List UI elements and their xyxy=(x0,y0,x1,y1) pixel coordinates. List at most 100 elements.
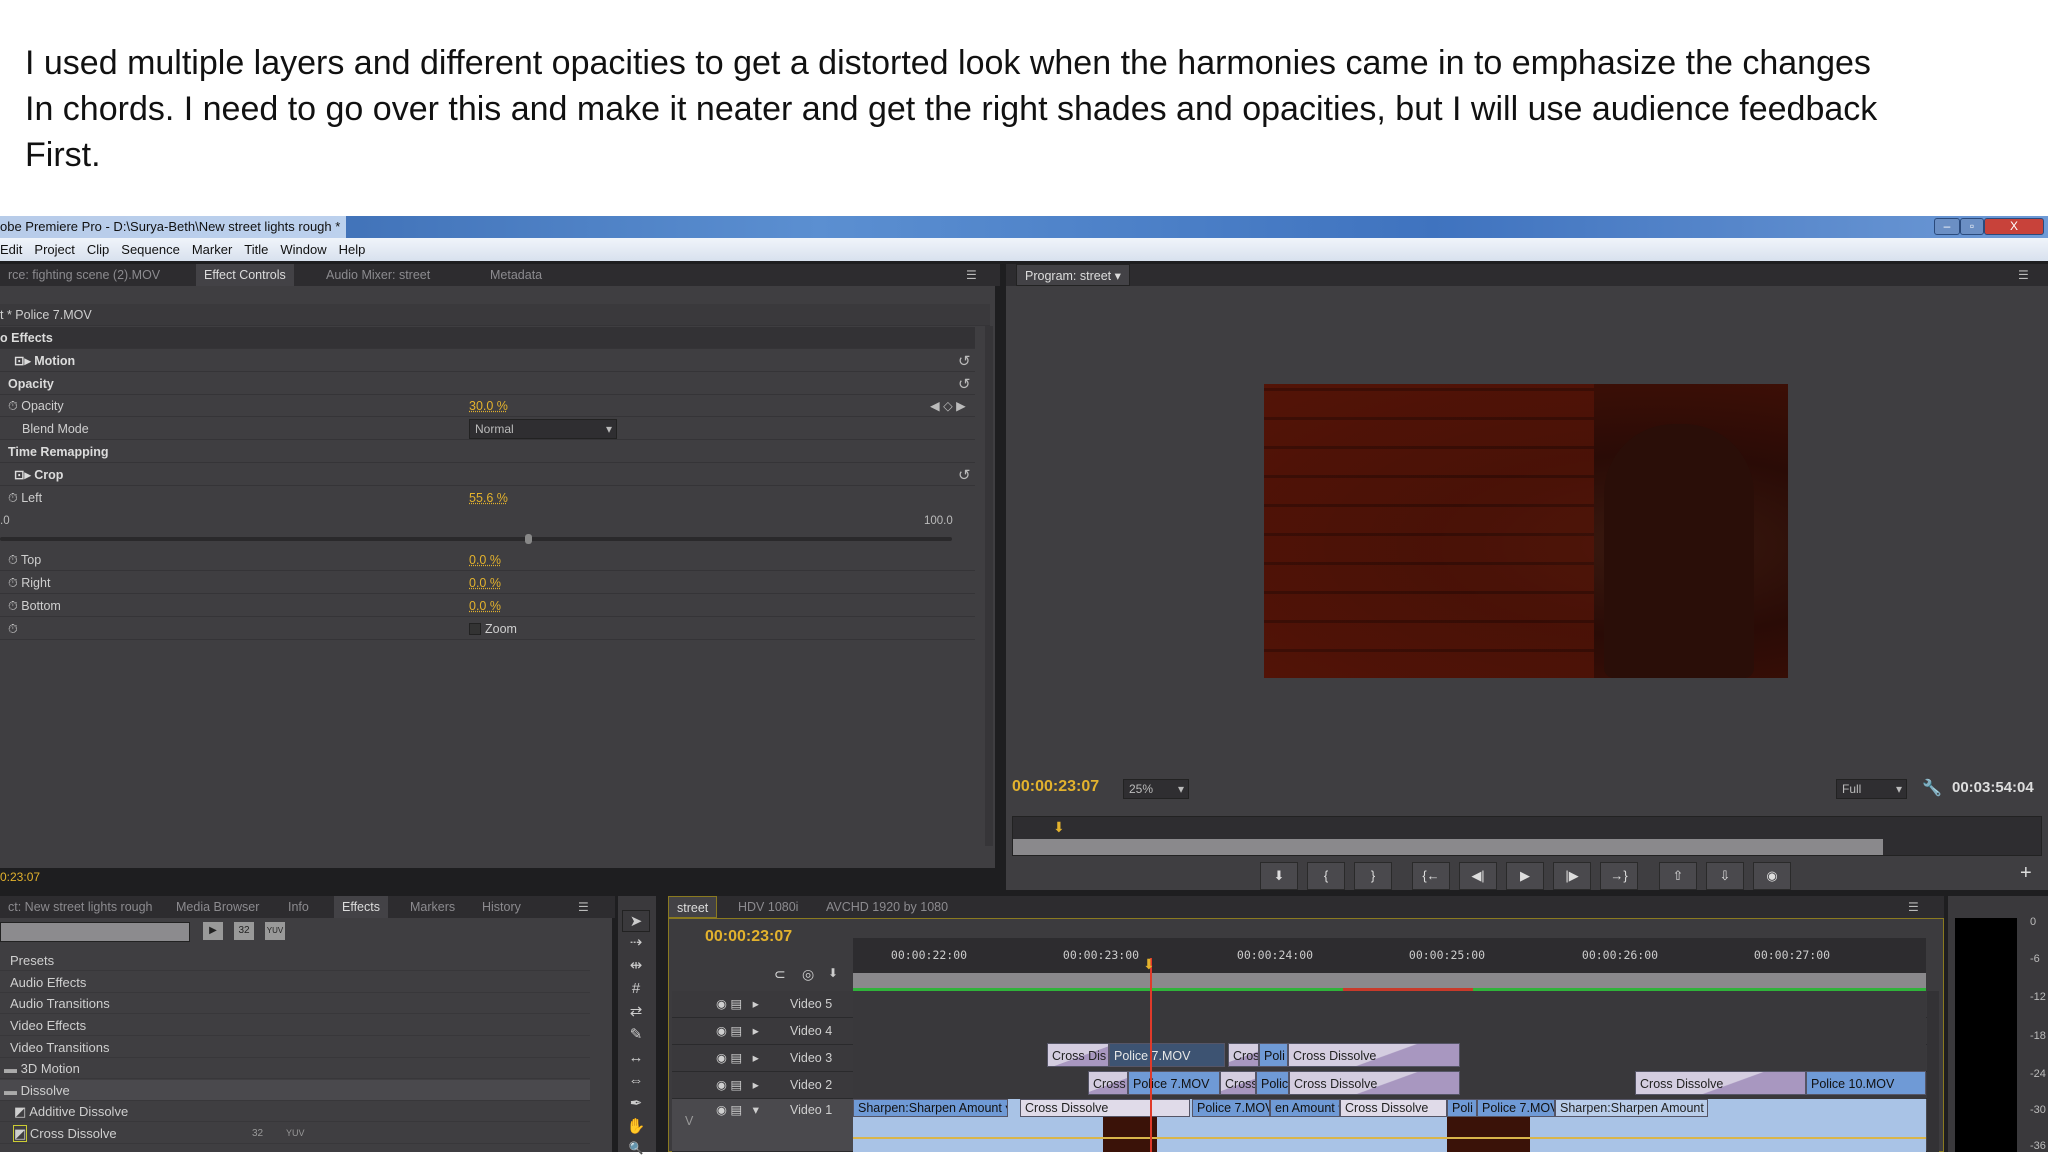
stopwatch-icon[interactable]: ⏱ xyxy=(8,491,21,505)
toggle-track-output-icon[interactable]: ◉ ▤ ▸ xyxy=(716,991,759,1018)
menu-marker[interactable]: Marker xyxy=(192,242,232,257)
video-clip[interactable]: Police 7.MOV xyxy=(1128,1071,1220,1095)
tab-source[interactable]: rce: fighting scene (2).MOV xyxy=(0,264,168,286)
bottom-value[interactable]: 0.0 % xyxy=(469,595,501,617)
blend-mode-dropdown[interactable]: Normal ▾ xyxy=(469,419,617,439)
tab-sequence-avchd[interactable]: AVCHD 1920 by 1080 xyxy=(818,896,956,918)
minimize-button[interactable]: – xyxy=(1934,218,1960,235)
panel-menu-icon[interactable]: ☰ xyxy=(2018,264,2029,286)
reset-icon[interactable]: ↺ xyxy=(958,352,971,370)
tab-program[interactable]: Program: street ▾ xyxy=(1016,264,1130,286)
tree-item-additive-dissolve[interactable]: ◩ Additive Dissolve xyxy=(0,1101,590,1122)
menu-project[interactable]: Project xyxy=(34,242,74,257)
right-value[interactable]: 0.0 % xyxy=(469,572,501,594)
stopwatch-icon[interactable]: ⏱ xyxy=(8,399,21,413)
effect-crop[interactable]: ⊡▸ Crop xyxy=(0,464,975,486)
reset-icon[interactable]: ↺ xyxy=(958,466,971,484)
video-clip[interactable]: Police 10.MOV xyxy=(1806,1071,1926,1095)
tab-project[interactable]: ct: New street lights rough xyxy=(0,896,161,918)
effect-keyframe-label[interactable]: Sharpen:Sharpen Amount ▾ xyxy=(853,1099,1008,1117)
hand-tool-icon[interactable]: ✋ xyxy=(622,1116,650,1138)
video-clip[interactable]: Polic xyxy=(1256,1071,1289,1095)
yuv-effects-icon[interactable]: YUV xyxy=(265,922,285,940)
toggle-track-output-icon[interactable]: ◉ ▤ ▸ xyxy=(716,1045,759,1072)
toggle-track-output-icon[interactable]: ◉ ▤ ▾ xyxy=(716,1097,759,1124)
program-mini-timeline[interactable]: ⬇ xyxy=(1012,816,2042,856)
tab-markers[interactable]: Markers xyxy=(402,896,463,918)
transition-clip[interactable]: Cross Dissolve xyxy=(1340,1099,1447,1117)
add-marker-icon[interactable]: ⬇ xyxy=(828,966,838,980)
extract-button[interactable]: ⇩ xyxy=(1706,862,1744,890)
time-remapping[interactable]: Time Remapping xyxy=(0,441,975,463)
tab-audio-mixer[interactable]: Audio Mixer: street xyxy=(318,264,438,286)
stopwatch-icon[interactable]: ⏱ xyxy=(8,622,18,636)
stopwatch-icon[interactable]: ⏱ xyxy=(8,599,21,613)
transition-clip[interactable]: Cross Dissolve xyxy=(1288,1043,1460,1067)
tab-sequence-street[interactable]: street xyxy=(668,896,718,918)
left-value[interactable]: 55.6 % xyxy=(469,487,508,509)
tree-item-3d-motion[interactable]: ▬ 3D Motion xyxy=(0,1058,590,1079)
scrollbar[interactable] xyxy=(985,326,993,846)
panel-menu-icon[interactable]: ☰ xyxy=(966,264,977,286)
pen-tool-icon[interactable]: ✒ xyxy=(622,1093,650,1115)
program-timecode[interactable]: 00:00:23:07 xyxy=(1012,778,1099,796)
32bit-effects-icon[interactable]: 32 xyxy=(234,922,254,940)
menu-sequence[interactable]: Sequence xyxy=(121,242,180,257)
slide-tool-icon[interactable]: ⇔ xyxy=(622,1070,650,1092)
timeline-timecode[interactable]: 00:00:23:07 xyxy=(705,928,792,946)
transition-clip[interactable]: Cross Dissolve xyxy=(1635,1071,1806,1095)
effect-motion[interactable]: ⊡▸ Motion xyxy=(0,350,975,372)
ripple-edit-tool-icon[interactable]: ⇹ xyxy=(622,955,650,977)
tab-info[interactable]: Info xyxy=(280,896,317,918)
razor-tool-icon[interactable]: ✎ xyxy=(622,1024,650,1046)
tree-item-audio-effects[interactable]: Audio Effects xyxy=(0,972,590,993)
playhead-line[interactable] xyxy=(1150,958,1152,1152)
tree-item-video-transitions[interactable]: Video Transitions xyxy=(0,1037,590,1058)
playhead-icon[interactable]: ⬇ xyxy=(1053,819,1065,836)
mark-out-button[interactable]: } xyxy=(1354,862,1392,890)
effect-keyframe-label[interactable]: Sharpen:Sharpen Amount ▾ xyxy=(1555,1099,1708,1117)
set-encore-marker-icon[interactable]: ◎ xyxy=(802,966,814,983)
wrench-icon[interactable]: 🔧 xyxy=(1922,778,1942,798)
target-track-v[interactable]: V xyxy=(685,1108,693,1135)
menu-title[interactable]: Title xyxy=(244,242,268,257)
tab-history[interactable]: History xyxy=(474,896,529,918)
effect-keyframe-label[interactable]: en Amount ▾ xyxy=(1270,1099,1340,1117)
accelerated-effects-icon[interactable]: ▶ xyxy=(203,922,223,940)
transition-clip[interactable]: Cross xyxy=(1088,1071,1128,1095)
zoom-level-dropdown[interactable]: 25% ▾ xyxy=(1123,779,1189,799)
menu-window[interactable]: Window xyxy=(280,242,326,257)
transition-clip[interactable]: Cross xyxy=(1220,1071,1256,1095)
go-to-out-button[interactable]: →} xyxy=(1600,862,1638,890)
left-slider[interactable] xyxy=(0,534,952,544)
reset-icon[interactable]: ↺ xyxy=(958,375,971,393)
tab-sequence-hdv[interactable]: HDV 1080i xyxy=(730,896,806,918)
effects-search-input[interactable] xyxy=(0,922,190,942)
zoom-checkbox[interactable] xyxy=(469,623,481,635)
slip-tool-icon[interactable]: ↔ xyxy=(622,1047,650,1069)
tree-item-audio-transitions[interactable]: Audio Transitions xyxy=(0,993,590,1014)
lift-button[interactable]: ⇧ xyxy=(1659,862,1697,890)
panel-menu-icon[interactable]: ☰ xyxy=(1908,896,1919,918)
work-area-bar[interactable] xyxy=(853,973,1926,988)
tab-media-browser[interactable]: Media Browser xyxy=(168,896,267,918)
toggle-track-output-icon[interactable]: ◉ ▤ ▸ xyxy=(716,1072,759,1099)
snap-icon[interactable]: ⊂ xyxy=(774,966,786,983)
tab-effect-controls[interactable]: Effect Controls xyxy=(196,264,294,286)
rolling-edit-tool-icon[interactable]: # xyxy=(622,978,650,1000)
playback-resolution-dropdown[interactable]: Full ▾ xyxy=(1836,779,1907,799)
timeline-scrollbar[interactable] xyxy=(1927,991,1939,1152)
maximize-button[interactable]: ▫ xyxy=(1960,218,1984,235)
video-clip[interactable]: Police 7.MOV xyxy=(1477,1099,1555,1117)
video-clip[interactable]: Police 7.MOV xyxy=(1192,1099,1270,1117)
play-button[interactable]: ▶ xyxy=(1506,862,1544,890)
step-forward-button[interactable]: |▶ xyxy=(1553,862,1591,890)
stopwatch-icon[interactable]: ⏱ xyxy=(8,576,21,590)
step-back-button[interactable]: ◀| xyxy=(1459,862,1497,890)
tab-metadata[interactable]: Metadata xyxy=(482,264,550,286)
slider-thumb[interactable] xyxy=(525,534,533,544)
stopwatch-icon[interactable]: ⏱ xyxy=(8,553,21,567)
opacity-rubber-band[interactable] xyxy=(853,1137,1926,1139)
zoom-tool-icon[interactable]: 🔍 xyxy=(622,1137,650,1159)
add-button-icon[interactable]: + xyxy=(2020,862,2032,885)
